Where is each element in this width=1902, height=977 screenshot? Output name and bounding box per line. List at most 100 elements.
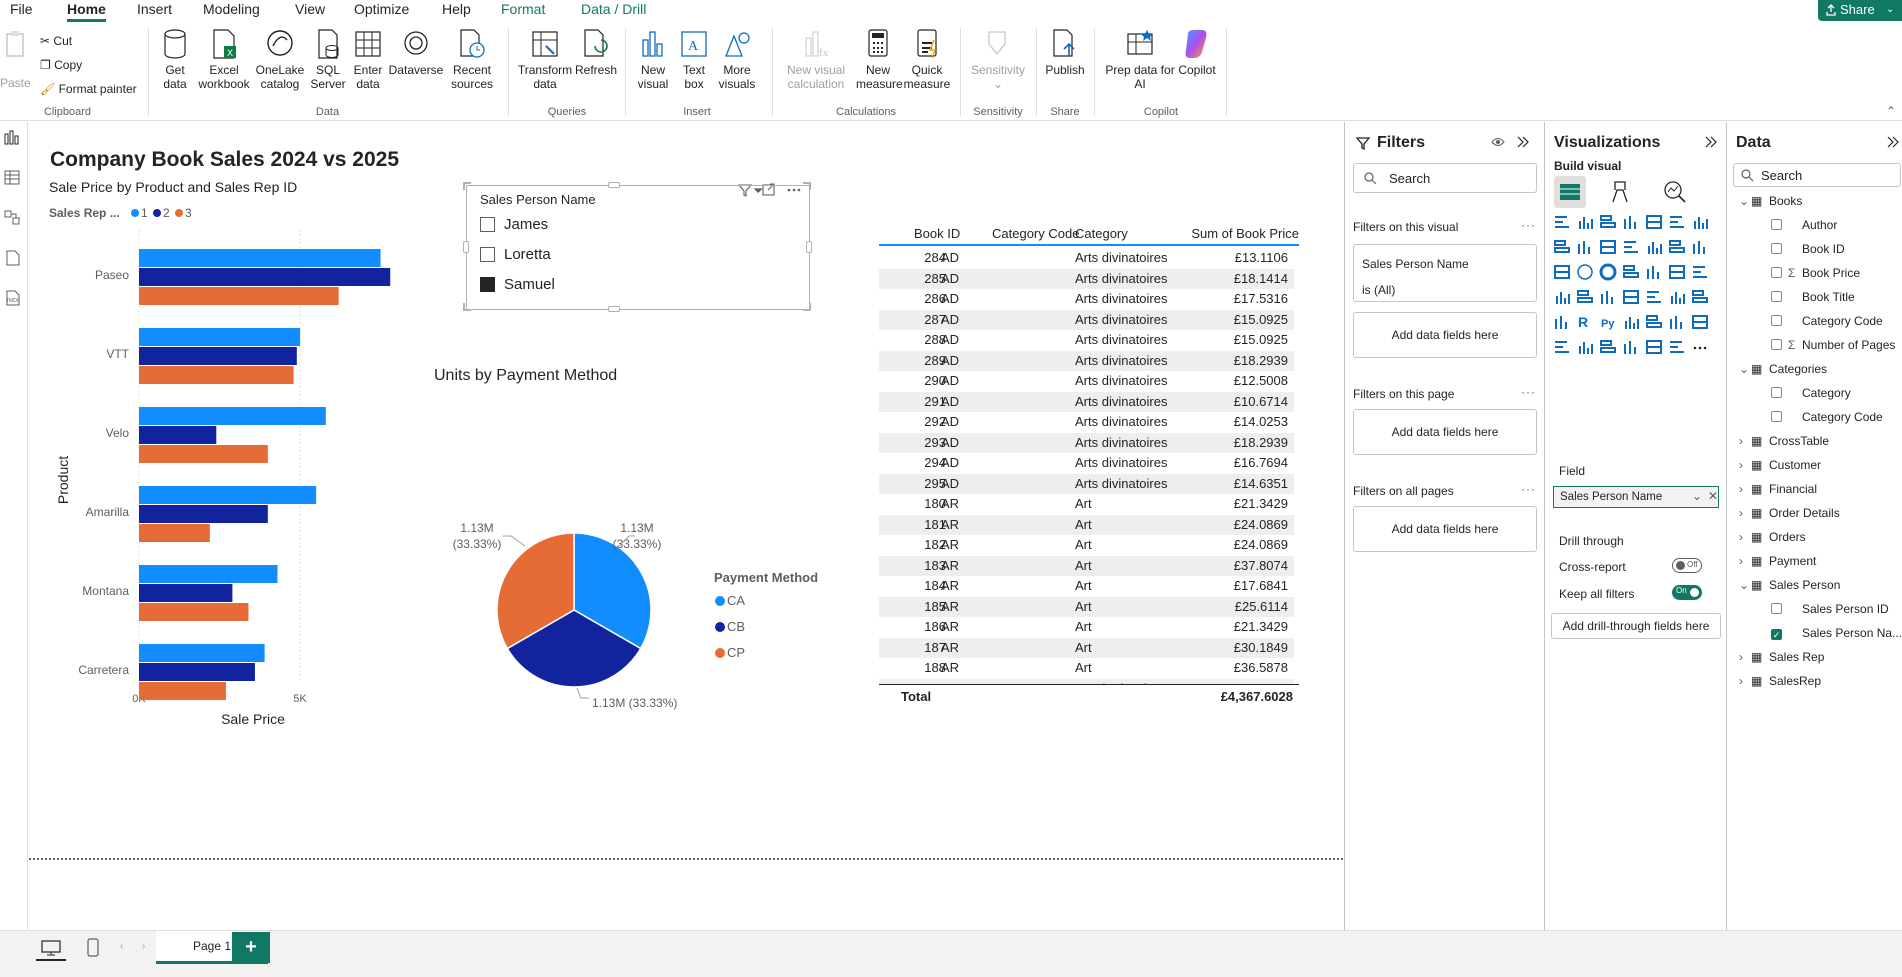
bar[interactable] (139, 249, 381, 267)
table-row[interactable]: 295 AD Arts divinatoires £14.6351 (879, 473, 1294, 494)
table-node-books[interactable]: ⌄ ▦ Books (1739, 194, 1802, 208)
more-options-icon[interactable]: ··· (1521, 385, 1536, 399)
clustered-column-icon[interactable] (1576, 213, 1594, 231)
field-checkbox-checked[interactable]: ✓ (1771, 629, 1782, 640)
table-row[interactable]: 285 AD Arts divinatoires £18.1414 (879, 268, 1294, 289)
gauge-icon[interactable] (1576, 288, 1594, 306)
smart-narrative-icon[interactable] (1691, 313, 1709, 331)
drill-through-drop-zone[interactable]: Add drill-through fields here (1551, 613, 1721, 639)
field-node[interactable]: Book Title (1771, 290, 1855, 304)
field-node[interactable]: Author (1771, 218, 1837, 232)
bar[interactable] (139, 328, 301, 346)
chevron-right-icon[interactable]: › (1739, 530, 1751, 544)
corner-handle[interactable] (803, 182, 811, 190)
resize-handle[interactable] (806, 241, 812, 253)
sensitivity-button[interactable]: Sensitivity ⌄ (968, 28, 1028, 91)
table-node-salesrep[interactable]: › ▦ SalesRep (1739, 674, 1821, 688)
bar[interactable] (139, 584, 233, 602)
table-row[interactable]: 182 AR Art £24.0869 (879, 535, 1294, 555)
line-icon[interactable] (1691, 213, 1709, 231)
field-node[interactable]: Category (1771, 386, 1851, 400)
field-checkbox[interactable] (1771, 291, 1782, 302)
table-row[interactable]: 290 AD Arts divinatoires £12.5008 (879, 371, 1294, 391)
more-visuals-button[interactable]: More visuals (712, 28, 762, 91)
table-row[interactable]: 293 AD Arts divinatoires £18.2939 (879, 432, 1294, 453)
menu-view[interactable]: View (295, 0, 325, 22)
column-header[interactable]: Book ID (914, 226, 960, 241)
corner-handle[interactable] (803, 303, 811, 311)
filter-card-sales-person[interactable]: Sales Person Name is (All) (1353, 244, 1537, 302)
table-node-sales-person[interactable]: ⌄ ▦ Sales Person (1739, 578, 1840, 592)
table-row[interactable]: 289 AD Arts divinatoires £18.2939 (879, 350, 1294, 371)
onelake-catalog-button[interactable]: OneLake catalog (252, 28, 308, 91)
field-node[interactable]: Σ Book Price (1771, 266, 1860, 280)
power-automate-icon[interactable] (1599, 338, 1617, 356)
slicer-checkbox[interactable] (480, 217, 495, 232)
field-node[interactable]: Book ID (1771, 242, 1845, 256)
cross-report-toggle[interactable]: Off (1672, 558, 1702, 573)
bar[interactable] (139, 268, 391, 286)
table-row[interactable]: 294 AD Arts divinatoires £16.7694 (879, 453, 1294, 473)
data-search-input[interactable]: Search (1733, 163, 1901, 187)
field-node[interactable]: Σ Number of Pages (1771, 338, 1895, 352)
collapse-pane-icon[interactable] (1705, 136, 1717, 148)
pie-icon[interactable] (1576, 263, 1594, 281)
azure-map-icon[interactable] (1691, 263, 1709, 281)
more-options-icon[interactable]: ··· (1521, 218, 1536, 232)
area-icon[interactable] (1553, 238, 1571, 256)
ribbon-icon[interactable] (1645, 238, 1663, 256)
format-painter-button[interactable]: 🖌 Format painter (40, 82, 137, 96)
menu-file[interactable]: File (10, 0, 33, 22)
resize-handle[interactable] (608, 306, 620, 312)
mobile-layout-icon[interactable] (86, 938, 100, 958)
table-row[interactable]: 284 AD Arts divinatoires £13.1106 (879, 248, 1294, 268)
get-data-button[interactable]: Get data (152, 28, 198, 91)
eye-icon[interactable] (1491, 136, 1505, 148)
share-button[interactable]: Share ⌄ (1818, 0, 1902, 21)
donut-icon[interactable] (1599, 263, 1617, 281)
chevron-down-icon[interactable]: ⌄ (1739, 578, 1751, 592)
chevron-right-icon[interactable]: › (1739, 458, 1751, 472)
table-node-categories[interactable]: ⌄ ▦ Categories (1739, 362, 1827, 376)
cut-button[interactable]: ✂ Cut (40, 34, 72, 48)
field-checkbox[interactable] (1771, 315, 1782, 326)
report-view-icon[interactable] (4, 130, 22, 146)
copy-button[interactable]: ❐ Copy (40, 58, 82, 72)
menu-optimize[interactable]: Optimize (354, 0, 409, 22)
column-header[interactable]: Sum of Book Price (1191, 226, 1299, 241)
chevron-right-icon[interactable]: › (1739, 554, 1751, 568)
field-checkbox[interactable] (1771, 219, 1782, 230)
more-icon[interactable] (1691, 338, 1709, 356)
narrative-icon[interactable] (1668, 338, 1686, 356)
filled-map-icon[interactable] (1668, 263, 1686, 281)
treemap-icon[interactable] (1622, 263, 1640, 281)
desktop-layout-icon[interactable] (40, 939, 62, 957)
table-row[interactable]: 186 AR Art £21.3429 (879, 617, 1294, 637)
shape-map-icon[interactable] (1645, 338, 1663, 356)
filters-search-input[interactable]: Search (1353, 163, 1537, 193)
table-node-financial[interactable]: › ▦ Financial (1739, 482, 1817, 496)
add-page-button[interactable]: + (232, 932, 270, 963)
key-influencers-icon[interactable] (1622, 313, 1640, 331)
paginated-icon[interactable] (1553, 338, 1571, 356)
bar[interactable] (139, 524, 210, 542)
field-checkbox[interactable] (1771, 243, 1782, 254)
bar[interactable] (139, 486, 317, 504)
more-options-icon[interactable]: ··· (1521, 482, 1536, 496)
metrics-icon[interactable] (1622, 338, 1640, 356)
collapse-ribbon-icon[interactable]: ⌃ (1886, 104, 1896, 118)
table-row[interactable]: 184 AR Art £17.6841 (879, 576, 1294, 596)
table-row[interactable]: 183 AR Art £37.8074 (879, 555, 1294, 576)
bar[interactable] (139, 347, 297, 365)
resize-handle[interactable] (463, 241, 469, 253)
slicer-checkbox[interactable] (480, 247, 495, 262)
close-icon[interactable]: ✕ (1708, 489, 1718, 503)
stacked-column-icon[interactable] (1622, 213, 1640, 231)
slicer-item[interactable]: Samuel (480, 274, 780, 296)
chevron-right-icon[interactable]: › (1739, 650, 1751, 664)
column-header[interactable]: Category (1075, 226, 1128, 241)
arcgis-icon[interactable] (1553, 288, 1571, 306)
100-area-icon[interactable] (1599, 238, 1617, 256)
table-node-customer[interactable]: › ▦ Customer (1739, 458, 1821, 472)
bar[interactable] (139, 603, 249, 621)
